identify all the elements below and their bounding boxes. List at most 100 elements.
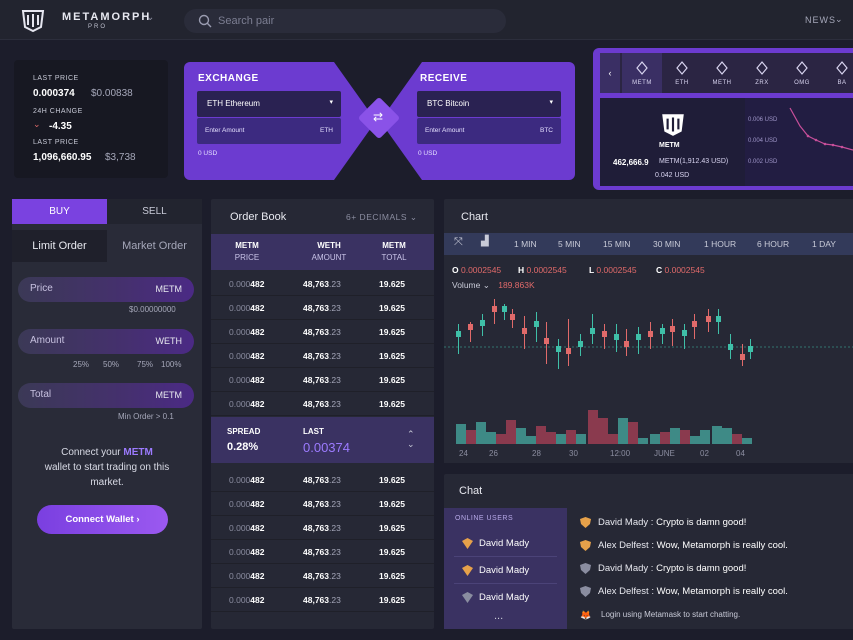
tab-buy[interactable]: BUY <box>12 199 107 224</box>
timeframe-5-min[interactable]: 5 MIN <box>558 239 581 249</box>
volume-bar <box>466 430 476 444</box>
coin-usd: METM(1,912.43 USD) <box>659 158 729 165</box>
connect-wallet-button[interactable]: Connect Wallet › <box>37 505 168 534</box>
receive-amount-input[interactable]: Enter Amount BTC <box>417 118 561 144</box>
online-user-name[interactable]: David Mady <box>479 592 529 603</box>
coin-tab-meth[interactable]: METH <box>702 53 742 93</box>
expand-icon[interactable]: ⤧ <box>454 236 463 249</box>
receive-coin-select[interactable]: BTC Bitcoin ▾ <box>417 91 561 117</box>
pct-25[interactable]: 25% <box>73 360 89 369</box>
metamask-icon: 🦊 <box>580 610 592 620</box>
row-amount: 48,763.23 <box>303 547 341 557</box>
more-users[interactable]: ... <box>494 610 503 622</box>
connect-message: Connect your METM wallet to start tradin… <box>12 445 202 490</box>
chevron-down-icon[interactable]: ⌄ <box>835 14 843 25</box>
eth-icon <box>676 61 688 75</box>
order-row[interactable]: 0.000482 48,763.23 19.625 <box>211 272 434 296</box>
volume-bar <box>526 436 536 444</box>
volume-bar <box>680 430 690 444</box>
amount-int: 48,763 <box>303 327 329 337</box>
pct-50[interactable]: 50% <box>103 360 119 369</box>
coin-tab-omg[interactable]: OMG <box>782 53 822 93</box>
message-user: Alex Delfest : <box>598 540 654 551</box>
candle <box>566 348 571 354</box>
candle <box>590 328 595 334</box>
connect-text-pre: Connect your <box>61 447 124 458</box>
total-field[interactable]: Total METM <box>18 383 194 408</box>
metm-icon <box>636 61 648 75</box>
order-row[interactable]: 0.000482 48,763.23 19.625 <box>211 540 434 564</box>
receive-usd: 0 USD <box>418 150 438 157</box>
order-row[interactable]: 0.000482 48,763.23 19.625 <box>211 492 434 516</box>
row-amount: 48,763.23 <box>303 351 341 361</box>
x-axis-label: 24 <box>459 449 468 458</box>
login-hint[interactable]: Login using Metamask to start chatting. <box>601 610 740 619</box>
price-field[interactable]: Price METM <box>18 277 194 302</box>
order-row[interactable]: 0.000482 48,763.23 19.625 <box>211 320 434 344</box>
coin-tab-metm[interactable]: METM <box>622 53 662 93</box>
news-menu[interactable]: NEWS <box>805 15 836 25</box>
online-user-name[interactable]: David Mady <box>479 538 529 549</box>
row-price: 0.000482 <box>229 279 264 289</box>
exchange-amount-input[interactable]: Enter Amount ETH <box>197 118 341 144</box>
row-price: 0.000482 <box>229 547 264 557</box>
order-row[interactable]: 0.000482 48,763.23 19.625 <box>211 468 434 492</box>
amount-field[interactable]: Amount WETH <box>18 329 194 354</box>
timeframe-1-day[interactable]: 1 DAY <box>812 239 836 249</box>
amount-int: 48,763 <box>303 303 329 313</box>
receive-unit: BTC <box>540 127 553 134</box>
price-prefix: 0.000 <box>229 523 251 533</box>
meth-icon <box>716 61 728 75</box>
amount-placeholder: Enter Amount <box>425 127 465 134</box>
row-amount: 48,763.23 <box>303 571 341 581</box>
sort-icon[interactable]: ⌃ ⌄ <box>407 429 415 449</box>
change-value: -4.35 <box>49 121 72 132</box>
x-axis-label: 26 <box>489 449 498 458</box>
timeframe-15-min[interactable]: 15 MIN <box>603 239 630 249</box>
order-row[interactable]: 0.000482 48,763.23 19.625 <box>211 516 434 540</box>
tab-sell[interactable]: SELL <box>107 199 202 224</box>
order-row[interactable]: 0.000482 48,763.23 19.625 <box>211 564 434 588</box>
amount-int: 48,763 <box>303 547 329 557</box>
volume-bar <box>476 422 486 444</box>
candlestick-chart[interactable]: 24 26 28 30 12:00 JUNE 02 04 <box>444 294 853 463</box>
coin-tab-zrx[interactable]: ZRX <box>742 53 782 93</box>
message-text: Wow, Metamorph is really cool. <box>656 540 788 551</box>
search-bar[interactable] <box>184 9 506 33</box>
order-row[interactable]: 0.000482 48,763.23 19.625 <box>211 296 434 320</box>
timeframe-30-min[interactable]: 30 MIN <box>653 239 680 249</box>
pct-75[interactable]: 75% <box>137 360 153 369</box>
row-amount: 48,763.23 <box>303 399 341 409</box>
exchange-unit: ETH <box>320 127 333 134</box>
metamorph-logo-icon[interactable] <box>20 7 46 33</box>
decimals-select[interactable]: 6+ DECIMALS ⌄ <box>346 212 418 223</box>
online-user-name[interactable]: David Mady <box>479 565 529 576</box>
coin-tab-eth[interactable]: ETH <box>662 53 702 93</box>
ohlc-low: L 0.0002545 <box>589 265 637 275</box>
volume-bar <box>608 434 618 444</box>
timeframe-1-min[interactable]: 1 MIN <box>514 239 537 249</box>
timeframe-1-hour[interactable]: 1 HOUR <box>704 239 736 249</box>
chart-type-icon[interactable]: ▟ <box>481 236 489 247</box>
chevron-left-icon[interactable]: ‹ <box>600 53 620 93</box>
coin-amount: 462,666.9 <box>613 158 649 167</box>
order-row[interactable]: 0.000482 48,763.23 19.625 <box>211 368 434 392</box>
timeframe-6-hour[interactable]: 6 HOUR <box>757 239 789 249</box>
omg-icon <box>796 61 808 75</box>
tab-market-order[interactable]: Market Order <box>107 230 202 262</box>
chevron-down-icon[interactable]: ⌄ <box>146 12 154 23</box>
col-total-coin: METM <box>382 241 406 250</box>
order-row[interactable]: 0.000482 48,763.23 19.625 <box>211 344 434 368</box>
connect-text-post: wallet to start trading on this market. <box>44 462 170 488</box>
coin-tab-ba[interactable]: BA <box>822 53 853 93</box>
pct-100[interactable]: 100% <box>161 360 181 369</box>
candle <box>682 330 687 336</box>
order-row[interactable]: 0.000482 48,763.23 19.625 <box>211 588 434 612</box>
order-row[interactable]: 0.000482 48,763.23 19.625 <box>211 392 434 416</box>
chat-message: Alex Delfest : Wow, Metamorph is really … <box>598 540 788 551</box>
exchange-coin-select[interactable]: ETH Ethereum ▾ <box>197 91 341 117</box>
search-input[interactable] <box>218 9 488 33</box>
col-price-label: PRICE <box>234 253 260 262</box>
tab-limit-order[interactable]: Limit Order <box>12 230 107 262</box>
spread-label: SPREAD <box>227 427 261 436</box>
